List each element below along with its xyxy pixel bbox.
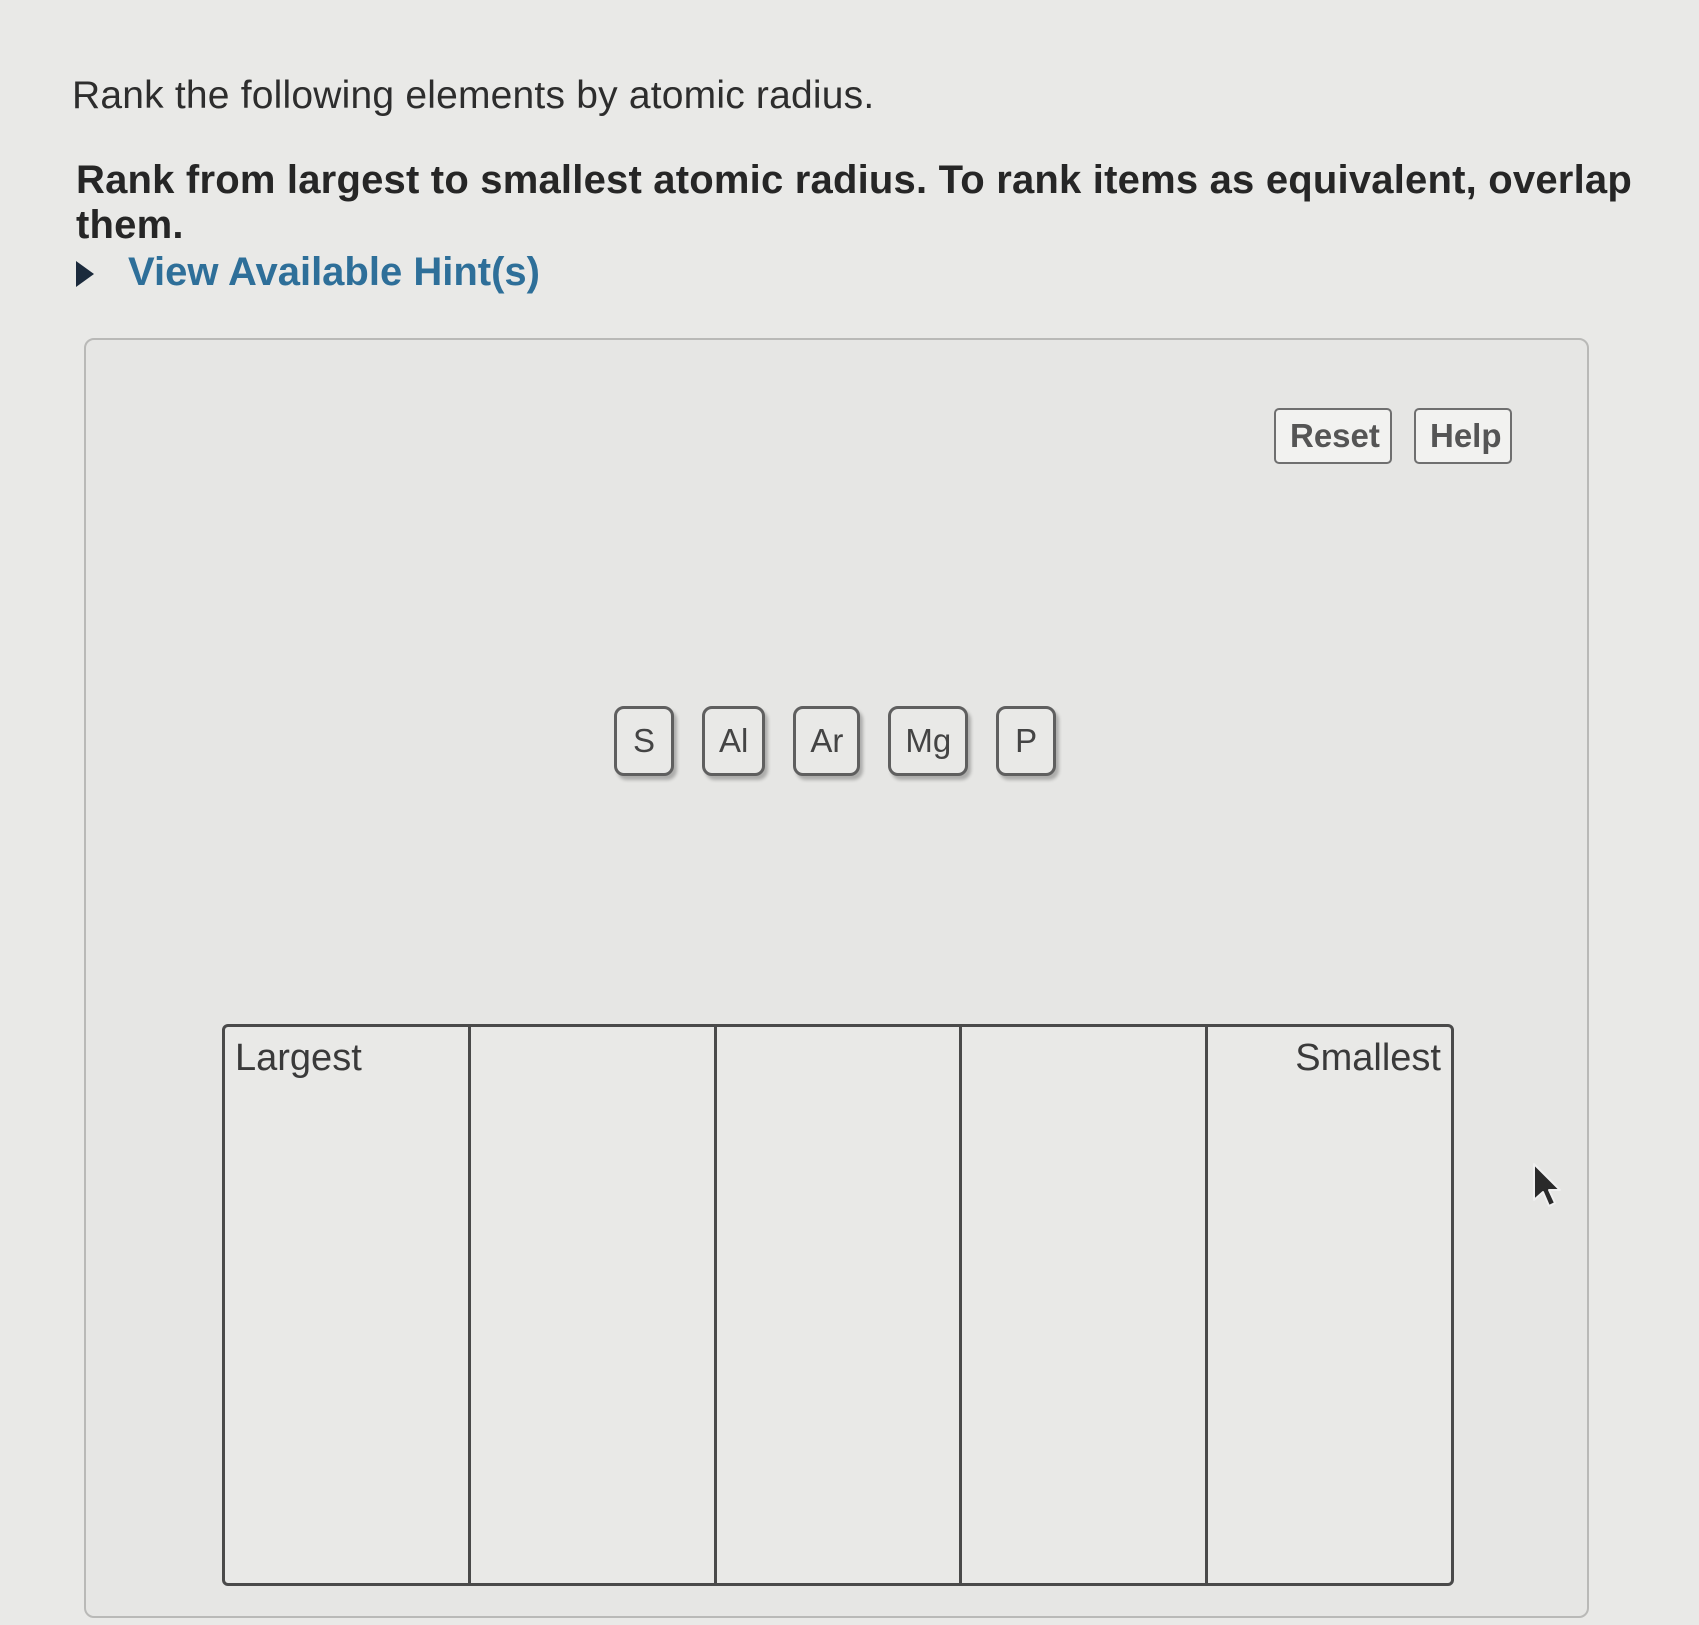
element-tile-mg[interactable]: Mg	[888, 706, 969, 776]
ranking-workspace: Reset Help S Al Ar Mg P Largest Smallest	[84, 338, 1589, 1618]
smallest-label: Smallest	[1295, 1037, 1441, 1079]
rank-bin-4[interactable]	[962, 1027, 1209, 1583]
mouse-pointer-icon	[1533, 1163, 1561, 1207]
rank-bin-5[interactable]: Smallest	[1208, 1027, 1451, 1583]
ranking-drop-area: Largest Smallest	[222, 1024, 1454, 1586]
caret-right-icon	[76, 260, 94, 287]
element-tile-pool: S Al Ar Mg P	[614, 706, 1057, 776]
rank-bin-1[interactable]: Largest	[225, 1027, 471, 1583]
reset-button[interactable]: Reset	[1274, 408, 1392, 464]
question-instructions: Rank from largest to smallest atomic rad…	[76, 158, 1632, 247]
element-tile-s[interactable]: S	[614, 706, 674, 776]
element-tile-p[interactable]: P	[996, 706, 1057, 776]
element-tile-al[interactable]: Al	[702, 706, 766, 776]
view-hints-label: View Available Hint(s)	[128, 250, 540, 294]
element-tile-ar[interactable]: Ar	[793, 706, 861, 776]
help-button[interactable]: Help	[1414, 408, 1512, 464]
rank-bin-2[interactable]	[471, 1027, 717, 1583]
rank-bin-3[interactable]	[717, 1027, 963, 1583]
question-prompt: Rank the following elements by atomic ra…	[72, 74, 875, 117]
largest-label: Largest	[235, 1037, 362, 1079]
view-hints-toggle[interactable]: View Available Hint(s)	[76, 250, 540, 295]
